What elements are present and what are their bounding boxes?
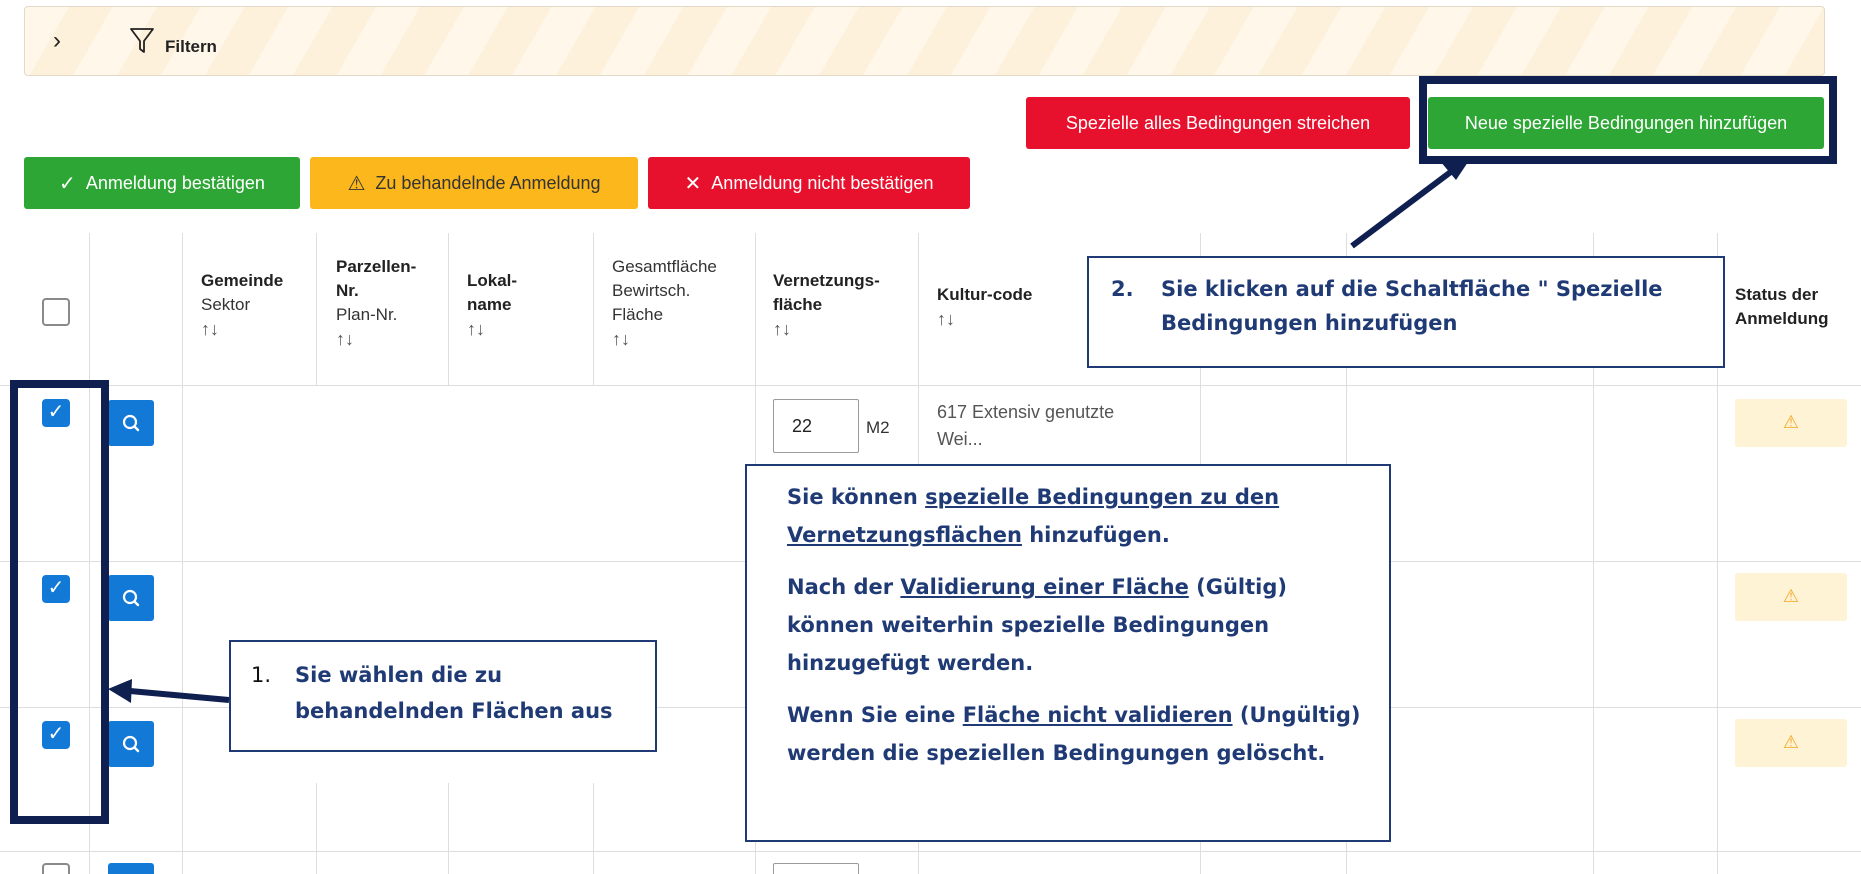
kultur-line1: 617 Extensiv genutzte: [937, 402, 1115, 422]
check-icon: ✓: [59, 172, 76, 195]
header-parzellen-title: Parzellen-: [336, 257, 417, 276]
header-kultur-title: Kultur-code: [937, 285, 1033, 304]
status-warning-badge: ⚠: [1735, 573, 1847, 621]
reject-registration-button[interactable]: ✕ Anmeldung nicht bestätigen: [648, 157, 970, 209]
sort-icon[interactable]: ↑↓: [937, 309, 955, 329]
header-lokal-title2: name: [467, 295, 512, 314]
info-p2-a: Nach der: [787, 575, 901, 599]
step2-line2: Bedingungen hinzufügen: [1161, 311, 1458, 335]
strike-all-conditions-button[interactable]: Spezielle alles Bedingungen streichen: [1026, 97, 1410, 149]
view-details-button[interactable]: [108, 721, 154, 767]
search-icon: [122, 735, 140, 753]
info-p2-u: Validierung einer Fläche: [900, 575, 1189, 599]
header-vernetzung-title: Vernetzungs-: [773, 271, 880, 290]
header-gemeinde-sub: Sektor: [201, 295, 251, 314]
status-warning-badge: ⚠: [1735, 399, 1847, 447]
header-gesamt-line3: Fläche: [612, 305, 664, 324]
filter-bar[interactable]: › Filtern: [24, 6, 1825, 76]
area-input[interactable]: 22: [773, 399, 859, 453]
unit-label: M2: [866, 418, 890, 437]
header-status-title: Status der: [1735, 285, 1819, 304]
sort-icon[interactable]: ↑↓: [467, 319, 485, 339]
header-lokalname[interactable]: Lokal- name ↑↓: [467, 269, 517, 342]
callout-step-2: 2. Sie klicken auf die Schaltfläche " Sp…: [1087, 256, 1725, 368]
sort-icon[interactable]: ↑↓: [336, 329, 354, 349]
filter-label: Filtern: [165, 37, 217, 56]
confirm-registration-button[interactable]: ✓ Anmeldung bestätigen: [24, 157, 300, 209]
info-p1-u1: spezielle Bedingungen zu den: [925, 485, 1280, 509]
sort-icon[interactable]: ↑↓: [773, 319, 791, 339]
confirm-label: Anmeldung bestätigen: [85, 172, 265, 193]
strike-all-label: Spezielle alles Bedingungen streichen: [1065, 112, 1371, 133]
search-icon: [122, 589, 140, 607]
filter-icon: [129, 27, 155, 60]
header-parzellen-sub: Plan-Nr.: [336, 305, 398, 324]
close-icon: ✕: [684, 172, 702, 195]
info-p3-u: Fläche nicht validieren: [962, 703, 1233, 727]
header-status[interactable]: Status der Anmeldung: [1735, 283, 1829, 331]
sort-icon[interactable]: ↑↓: [612, 329, 630, 349]
info-callout: Sie können spezielle Bedingungen zu den …: [745, 464, 1391, 842]
view-details-button[interactable]: [108, 400, 154, 446]
to-handle-registration-button[interactable]: ⚠ Zu behandelnde Anmeldung: [310, 157, 638, 209]
select-all-checkbox[interactable]: [42, 298, 70, 326]
step2-line1: Sie klicken auf die Schaltfläche " Spezi…: [1161, 277, 1663, 301]
header-status-title2: Anmeldung: [1735, 309, 1829, 328]
info-p1-u2: Vernetzungsflächen: [787, 523, 1022, 547]
header-vernetzungsflaeche[interactable]: Vernetzungs- fläche ↑↓: [773, 269, 880, 342]
info-p1-b: hinzufügen.: [1021, 523, 1170, 547]
checkbox-column-highlight: [10, 380, 109, 824]
header-parzellen-title2: Nr.: [336, 281, 359, 300]
header-gesamt-line1: Gesamtfläche: [612, 257, 717, 276]
header-parzellen[interactable]: Parzellen- Nr. Plan-Nr. ↑↓: [336, 255, 416, 352]
sort-icon[interactable]: ↑↓: [201, 319, 219, 339]
header-gesamtflaeche[interactable]: Gesamtfläche Bewirtsch. Fläche ↑↓: [612, 255, 717, 352]
header-lokal-title: Lokal-: [467, 271, 518, 290]
chevron-right-icon[interactable]: ›: [53, 29, 61, 53]
header-kulturcode[interactable]: Kultur-code ↑↓: [937, 283, 1032, 332]
status-warning-badge: ⚠: [1735, 719, 1847, 767]
step2-number: 2.: [1111, 277, 1134, 301]
step1-number: 1.: [251, 663, 272, 687]
step1-line1: Sie wählen die zu: [295, 663, 503, 687]
view-details-button[interactable]: [108, 863, 154, 874]
header-gesamt-line2: Bewirtsch.: [612, 281, 691, 300]
area-input[interactable]: [773, 863, 859, 874]
header-gemeinde-title: Gemeinde: [201, 271, 284, 290]
kultur-code-cell: 617 Extensiv genutzte Wei...: [937, 399, 1114, 453]
to-handle-label: Zu behandelnde Anmeldung: [375, 172, 601, 193]
info-p3-b: (Ungültig): [1232, 703, 1361, 727]
info-p2-b: (Gültig): [1188, 575, 1287, 599]
row-checkbox[interactable]: [42, 863, 70, 874]
search-icon: [122, 414, 140, 432]
info-p3-a: Wenn Sie eine: [787, 703, 963, 727]
info-p1-a: Sie können: [787, 485, 926, 509]
kultur-line2: Wei...: [937, 429, 983, 449]
header-gemeinde[interactable]: Gemeinde Sektor ↑↓: [201, 269, 283, 342]
info-p2-d: hinzugefügt werden.: [787, 651, 1034, 675]
info-p2-c: können weiterhin spezielle Bedingungen: [787, 613, 1270, 637]
not-confirm-label: Anmeldung nicht bestätigen: [711, 172, 934, 193]
add-button-highlight: [1419, 76, 1837, 164]
view-details-button[interactable]: [108, 575, 154, 621]
step1-line2: behandelnden Flächen aus: [295, 699, 613, 723]
callout-step-1: 1. Sie wählen die zu behandelnden Fläche…: [229, 640, 657, 752]
header-vernetzung-title2: fläche: [773, 295, 823, 314]
info-p3-c: werden die speziellen Bedingungen gelösc…: [787, 741, 1326, 765]
warning-icon: ⚠: [347, 172, 366, 195]
